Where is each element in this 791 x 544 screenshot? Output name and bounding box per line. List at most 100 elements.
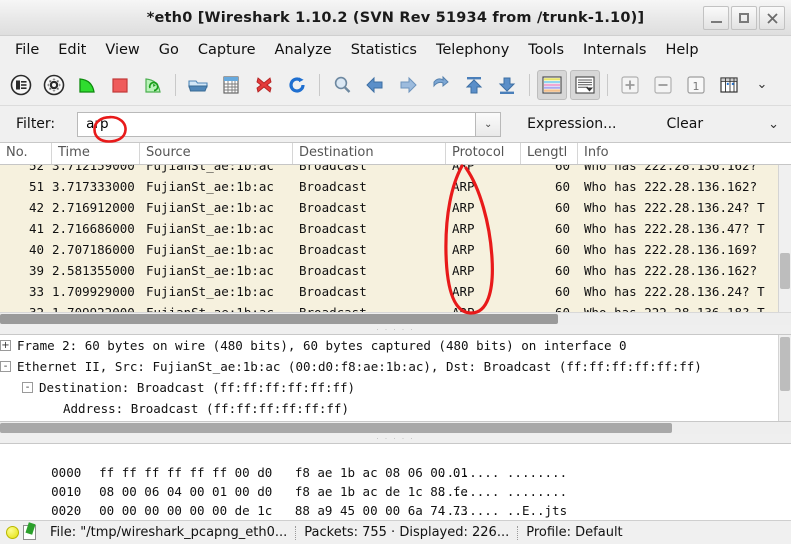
- cell-no: 39: [28, 263, 44, 278]
- menu-item-edit[interactable]: Edit: [49, 40, 95, 60]
- packet-list-rows: 52 3.712159000 FujianSt_ae:1b:ac Broadca…: [0, 155, 791, 312]
- expand-plus-icon[interactable]: +: [0, 340, 11, 351]
- menu-item-capture[interactable]: Capture: [189, 40, 265, 60]
- column-header-info[interactable]: Info: [578, 143, 778, 164]
- detail-row-address[interactable]: Address: Broadcast (ff:ff:ff:ff:ff:ff): [0, 398, 791, 419]
- table-row[interactable]: 33 1.709929000 FujianSt_ae:1b:ac Broadca…: [0, 281, 791, 302]
- filter-clear-button[interactable]: Clear: [657, 116, 714, 132]
- menu-item-file[interactable]: File: [6, 40, 48, 60]
- menu-item-telephony[interactable]: Telephony: [427, 40, 518, 60]
- column-header-length[interactable]: Lengtl: [521, 143, 578, 164]
- display-filter-input[interactable]: [77, 111, 476, 137]
- column-header-time[interactable]: Time: [52, 143, 140, 164]
- toolbar-overflow-button[interactable]: ⌄: [747, 70, 777, 100]
- close-file-button[interactable]: [249, 70, 279, 100]
- packet-list-vertical-scrollbar[interactable]: [778, 165, 791, 312]
- menu-item-go[interactable]: Go: [150, 40, 188, 60]
- minimize-button[interactable]: [703, 6, 729, 30]
- close-button[interactable]: [759, 6, 785, 30]
- save-file-button[interactable]: [216, 70, 246, 100]
- column-header-destination[interactable]: Destination: [293, 143, 446, 164]
- collapse-minus-icon[interactable]: -: [22, 382, 33, 393]
- packet-bytes-pane[interactable]: 0000 ff ff ff ff ff ff 00 d0 f8 ae 1b ac …: [0, 443, 791, 520]
- cell-no: 33: [28, 284, 44, 299]
- status-bar: File: "/tmp/wireshark_pcapng_eth0... Pac…: [0, 520, 791, 544]
- go-forward-button[interactable]: [393, 70, 423, 100]
- capture-file-properties-icon[interactable]: [23, 525, 36, 540]
- stop-capture-button[interactable]: [105, 70, 135, 100]
- cell-destination: Broadcast: [293, 305, 446, 312]
- splitter-details-bytes[interactable]: · · · · ·: [0, 434, 791, 443]
- cell-source: FujianSt_ae:1b:ac: [146, 242, 274, 257]
- cell-info: Who has 222.28.136.24? T: [584, 200, 765, 215]
- cell-time: 1.709929000: [52, 284, 135, 299]
- cell-info: Who has 222.28.136.47? T: [584, 221, 765, 236]
- cell-protocol: ARP: [452, 179, 475, 194]
- detail-row-destination[interactable]: - Destination: Broadcast (ff:ff:ff:ff:ff…: [0, 377, 791, 398]
- table-row[interactable]: 51 3.717333000 FujianSt_ae:1b:ac Broadca…: [0, 176, 791, 197]
- details-horizontal-scrollbar[interactable]: [0, 422, 791, 434]
- packet-list-horizontal-scrollbar[interactable]: [0, 312, 791, 325]
- go-back-button[interactable]: [360, 70, 390, 100]
- splitter-list-details[interactable]: · · · · ·: [0, 325, 791, 334]
- interfaces-list-icon: [10, 74, 32, 95]
- reload-file-button[interactable]: [282, 70, 312, 100]
- zoom-out-button[interactable]: [648, 70, 678, 100]
- collapse-minus-icon[interactable]: -: [0, 361, 11, 372]
- find-packet-button[interactable]: [327, 70, 357, 100]
- hex-bytes: 00 00 00 00 00 00 de 1c 88 a9 45 00 00 6…: [99, 503, 468, 518]
- go-to-last-packet-button[interactable]: [492, 70, 522, 100]
- table-row[interactable]: 41 2.716686000 FujianSt_ae:1b:ac Broadca…: [0, 218, 791, 239]
- menu-item-statistics[interactable]: Statistics: [342, 40, 426, 60]
- go-forward-arrow-icon: [400, 76, 417, 93]
- packet-list-horizontal-scroll-thumb[interactable]: [0, 314, 558, 324]
- zoom-normal-button[interactable]: 1: [681, 70, 711, 100]
- auto-scroll-live-capture-button[interactable]: [570, 69, 600, 100]
- detail-row-ethernet[interactable]: - Ethernet II, Src: FujianSt_ae:1b:ac (0…: [0, 356, 791, 377]
- detail-row-frame[interactable]: + Frame 2: 60 bytes on wire (480 bits), …: [0, 335, 791, 356]
- go-to-first-packet-button[interactable]: [459, 70, 489, 100]
- open-file-button[interactable]: [183, 70, 213, 100]
- colorize-packet-list-icon: [542, 75, 562, 94]
- menu-item-analyze[interactable]: Analyze: [266, 40, 341, 60]
- filter-bar-overflow-chevron-icon[interactable]: ⌄: [768, 117, 779, 132]
- table-row[interactable]: 32 1.709922000 FujianSt_ae:1b:ac Broadca…: [0, 302, 791, 312]
- details-vertical-scrollbar[interactable]: [778, 335, 791, 421]
- hex-ascii: ........ ..E..jts: [439, 503, 568, 518]
- go-to-packet-button[interactable]: [426, 70, 456, 100]
- cell-info: Who has 222.28.136.162?: [584, 179, 758, 194]
- maximize-button[interactable]: [731, 6, 757, 30]
- menu-item-help[interactable]: Help: [656, 40, 707, 60]
- start-capture-button[interactable]: [72, 70, 102, 100]
- find-packet-magnifier-icon: [334, 76, 351, 93]
- packet-list-vertical-scroll-thumb[interactable]: [780, 253, 790, 289]
- details-horizontal-scroll-thumb[interactable]: [0, 423, 672, 433]
- filter-history-dropdown-button[interactable]: ⌄: [475, 111, 502, 137]
- details-vertical-scroll-thumb[interactable]: [780, 337, 790, 391]
- table-row[interactable]: 40 2.707186000 FujianSt_ae:1b:ac Broadca…: [0, 239, 791, 260]
- resize-columns-button[interactable]: [714, 70, 744, 100]
- capture-options-button[interactable]: [39, 70, 69, 100]
- expert-info-icon[interactable]: [6, 526, 19, 539]
- filter-expression-button[interactable]: Expression...: [517, 116, 626, 132]
- column-header-protocol[interactable]: Protocol: [446, 143, 521, 164]
- status-file: File: "/tmp/wireshark_pcapng_eth0...: [50, 525, 288, 540]
- column-header-no[interactable]: No.: [0, 143, 52, 164]
- cell-protocol: ARP: [446, 305, 521, 312]
- menu-item-tools[interactable]: Tools: [519, 40, 573, 60]
- status-profile[interactable]: Profile: Default: [518, 525, 630, 540]
- colorize-packet-list-button[interactable]: [537, 69, 567, 100]
- menu-item-view[interactable]: View: [96, 40, 148, 60]
- menu-item-internals[interactable]: Internals: [574, 40, 655, 60]
- column-header-source[interactable]: Source: [140, 143, 293, 164]
- cell-destination: Broadcast: [299, 200, 367, 215]
- interfaces-list-button[interactable]: [6, 70, 36, 100]
- zoom-in-button[interactable]: [615, 70, 645, 100]
- hex-bytes: ff ff ff ff ff ff 00 d0 f8 ae 1b ac 08 0…: [99, 465, 468, 480]
- go-to-packet-icon: [433, 75, 449, 87]
- table-row[interactable]: 39 2.581355000 FujianSt_ae:1b:ac Broadca…: [0, 260, 791, 281]
- table-row[interactable]: 42 2.716912000 FujianSt_ae:1b:ac Broadca…: [0, 197, 791, 218]
- packet-list-pane[interactable]: No. Time Source Destination Protocol Len…: [0, 142, 791, 312]
- packet-details-pane[interactable]: + Frame 2: 60 bytes on wire (480 bits), …: [0, 334, 791, 422]
- restart-capture-button[interactable]: [138, 70, 168, 100]
